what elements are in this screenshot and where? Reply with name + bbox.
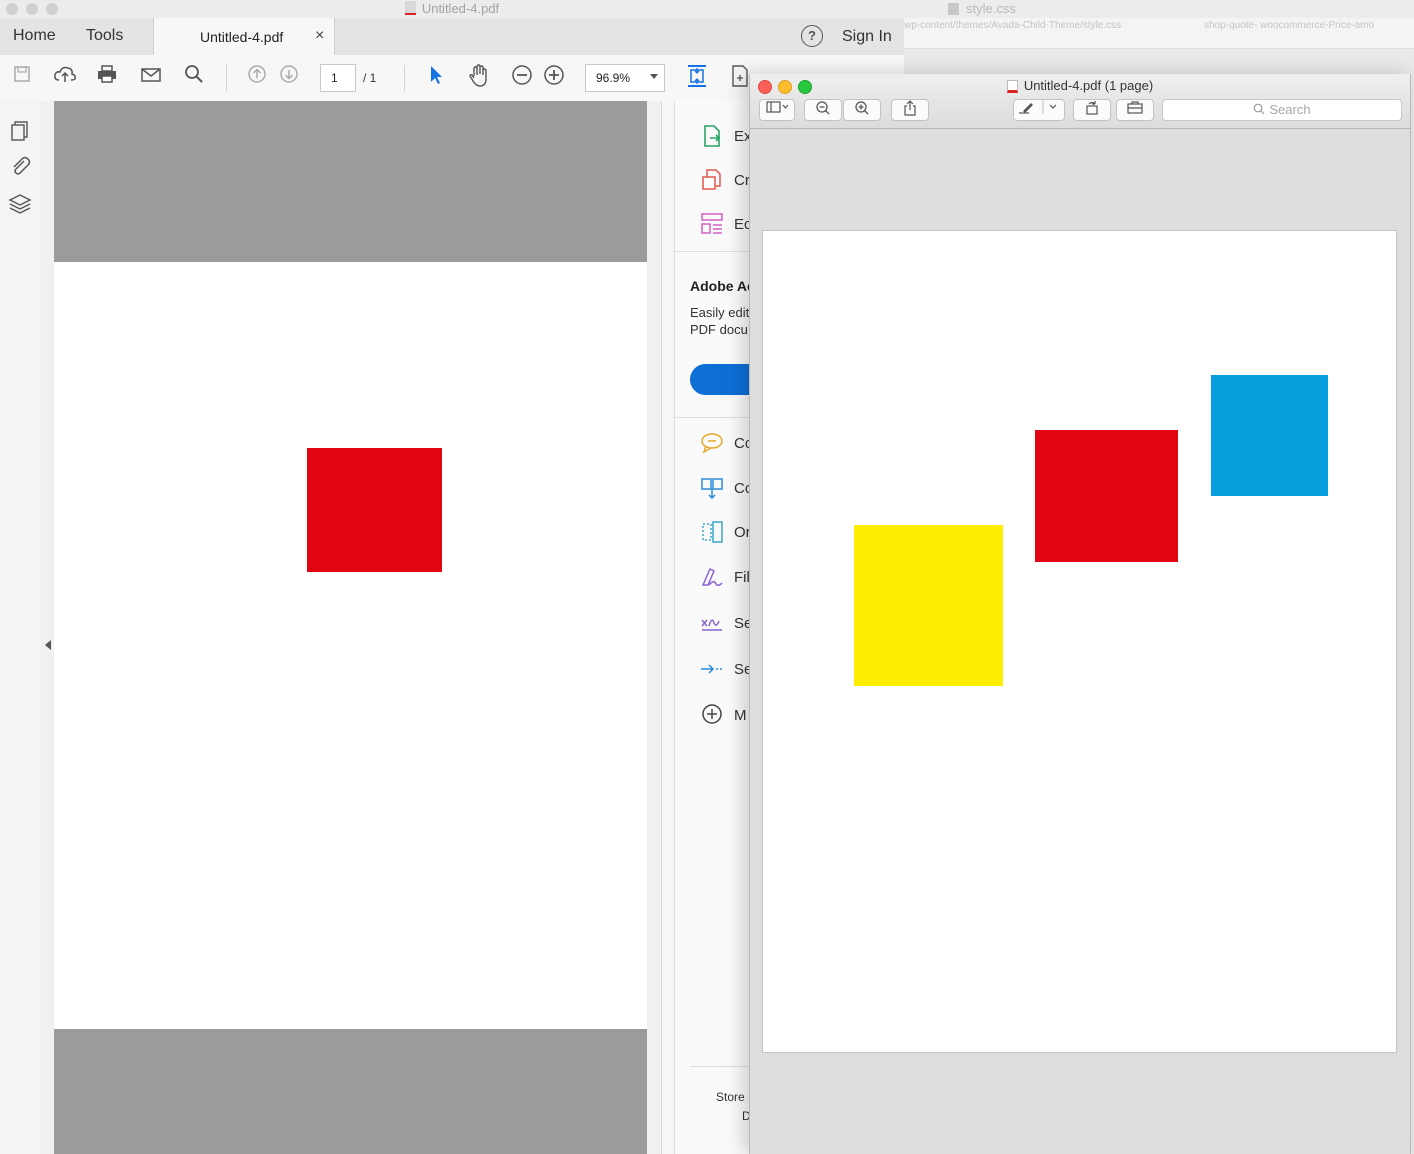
- page-total: / 1: [363, 71, 377, 85]
- tab-document[interactable]: Untitled-4.pdf ×: [153, 18, 335, 55]
- help-icon[interactable]: ?: [801, 25, 823, 47]
- fill-sign-icon: [698, 565, 726, 593]
- preview-title-text: Untitled-4.pdf (1 page): [1023, 78, 1154, 93]
- background-window-title: style.css: [966, 1, 1016, 16]
- print-icon[interactable]: [93, 64, 121, 92]
- acrobat-tabbar: Home Tools Untitled-4.pdf × ? Sign In: [0, 18, 904, 56]
- toolbar-divider: [404, 65, 405, 91]
- search-placeholder: Search: [1269, 102, 1311, 117]
- toolbox-button[interactable]: [1116, 99, 1154, 121]
- page-number-input[interactable]: 1: [320, 64, 356, 92]
- search-icon[interactable]: [180, 64, 208, 92]
- zoom-in-button[interactable]: [843, 99, 881, 121]
- promo-line-2: PDF docu: [690, 322, 748, 337]
- hand-tool-icon[interactable]: [465, 64, 493, 92]
- blue-square: [1211, 375, 1328, 496]
- comment-icon: [698, 431, 726, 459]
- combine-files-icon: [698, 476, 726, 504]
- layers-icon[interactable]: [8, 192, 32, 219]
- close-tab-button[interactable]: ×: [315, 27, 324, 45]
- yellow-square: [854, 525, 1003, 686]
- share-button[interactable]: [891, 99, 929, 121]
- collapse-left-panel-icon[interactable]: [45, 640, 51, 650]
- toolbar-divider: [226, 65, 227, 91]
- preview-title: Untitled-4.pdf (1 page): [750, 78, 1410, 93]
- fit-page-icon[interactable]: [683, 64, 711, 92]
- pdf-file-icon: [404, 1, 416, 15]
- attachments-icon[interactable]: [8, 154, 32, 181]
- promo-line-1: Easily edit: [690, 305, 750, 320]
- left-navigation-rail: [0, 101, 42, 1154]
- edit-pdf-icon: [698, 212, 726, 240]
- email-icon[interactable]: [137, 64, 165, 92]
- tool-label: M: [734, 707, 747, 724]
- zoom-level-value: 96.9%: [596, 71, 631, 85]
- tab-text: shop-quote- woocommerce-Price-amo: [1204, 20, 1375, 31]
- document-tab-label: Untitled-4.pdf: [200, 29, 284, 45]
- zoom-out-button[interactable]: [804, 99, 842, 121]
- tab-tools[interactable]: Tools: [86, 18, 123, 55]
- select-cursor-icon[interactable]: [422, 64, 450, 92]
- pdf-file-icon: [1006, 80, 1018, 93]
- window-title: Untitled-4.pdf: [0, 0, 904, 17]
- promo-title: Adobe Ac: [690, 278, 755, 294]
- red-square: [1035, 430, 1178, 562]
- window-title-text: Untitled-4.pdf: [421, 1, 500, 16]
- file-icon: [948, 3, 959, 15]
- sidebar-toggle-button[interactable]: [759, 99, 795, 121]
- footer-store: Store: [716, 1090, 745, 1104]
- acrobat-titlebar[interactable]: Untitled-4.pdf: [0, 0, 904, 19]
- tool-label: Fil: [734, 569, 750, 586]
- search-field[interactable]: Search: [1162, 99, 1402, 121]
- sign-in-link[interactable]: Sign In: [842, 28, 892, 46]
- more-tools-icon: [698, 703, 726, 731]
- previous-page-icon[interactable]: [243, 64, 271, 92]
- upload-cloud-icon[interactable]: [51, 64, 79, 92]
- organize-pages-icon: [698, 520, 726, 548]
- zoom-in-icon[interactable]: [540, 64, 568, 92]
- preview-window: Untitled-4.pdf (1 page) Search: [749, 74, 1411, 1154]
- background-window-titlebar[interactable]: style.css: [904, 0, 1414, 18]
- tab-home[interactable]: Home: [13, 18, 56, 55]
- preview-page[interactable]: [762, 230, 1397, 1053]
- pdf-page[interactable]: [54, 262, 647, 1029]
- path-text: wp-content/themes/Avada-Child-Theme/styl…: [904, 20, 1122, 31]
- search-icon: [1253, 102, 1269, 117]
- send-track-icon: [698, 657, 726, 685]
- next-page-icon[interactable]: [275, 64, 303, 92]
- tool-label: Cr: [734, 172, 750, 189]
- export-pdf-icon: [698, 124, 726, 152]
- save-icon[interactable]: [8, 64, 36, 92]
- send-for-signature-icon: [698, 611, 726, 639]
- markup-button[interactable]: [1013, 99, 1065, 121]
- rotate-button[interactable]: [1073, 99, 1111, 121]
- zoom-level-select[interactable]: 96.9%: [585, 64, 665, 92]
- background-window-tabbar: wp-content/themes/Avada-Child-Theme/styl…: [904, 18, 1414, 49]
- create-pdf-icon: [698, 168, 726, 196]
- red-square: [307, 448, 442, 572]
- zoom-out-icon[interactable]: [508, 64, 536, 92]
- preview-titlebar[interactable]: Untitled-4.pdf (1 page) Search: [750, 74, 1410, 129]
- page-thumbnails-icon[interactable]: [8, 119, 32, 146]
- chevron-down-icon: [650, 74, 658, 79]
